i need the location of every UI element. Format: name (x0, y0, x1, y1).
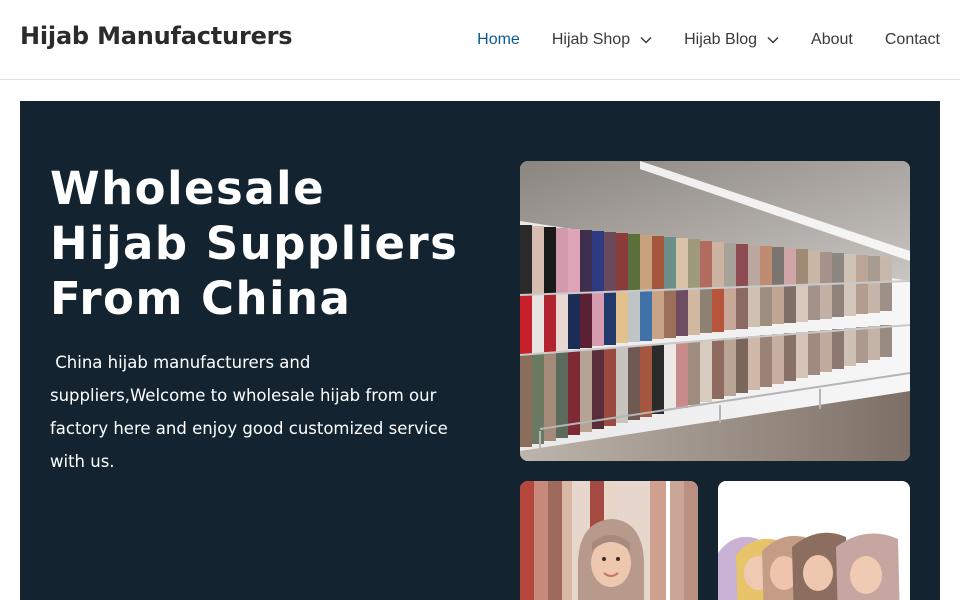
hero-description: China hijab manufacturers and suppliers,… (50, 353, 453, 471)
nav-contact-label: Contact (884, 31, 940, 48)
hero-title: Wholesale Hijab Suppliers From China (50, 162, 459, 325)
nav-hijab-shop-label: Hijab Shop (551, 31, 631, 48)
nav-about-label: About (811, 31, 853, 48)
site-header: Hijab Manufacturers Home Hijab Shop Hija… (0, 0, 960, 80)
hero-section: Wholesale Hijab Suppliers From China Chi… (20, 101, 940, 600)
site-title[interactable]: Hijab Manufacturers (20, 22, 293, 50)
woman-in-hijab-image (520, 481, 698, 600)
nav-home-label: Home (477, 31, 520, 48)
women-in-colored-hijabs-image (718, 481, 910, 600)
chevron-down-icon (767, 36, 779, 44)
nav-item-home[interactable]: Home (477, 31, 520, 49)
nav-item-hijab-shop[interactable]: Hijab Shop (552, 31, 652, 49)
nav-item-contact[interactable]: Contact (885, 31, 940, 49)
main-navigation: Home Hijab Shop Hijab Blog About Contact (445, 0, 940, 80)
nav-hijab-blog-label: Hijab Blog (684, 31, 758, 48)
nav-item-about[interactable]: About (811, 31, 853, 49)
nav-item-hijab-blog[interactable]: Hijab Blog (684, 31, 779, 49)
hijab-store-wall-image (520, 161, 910, 461)
chevron-down-icon (640, 36, 652, 44)
